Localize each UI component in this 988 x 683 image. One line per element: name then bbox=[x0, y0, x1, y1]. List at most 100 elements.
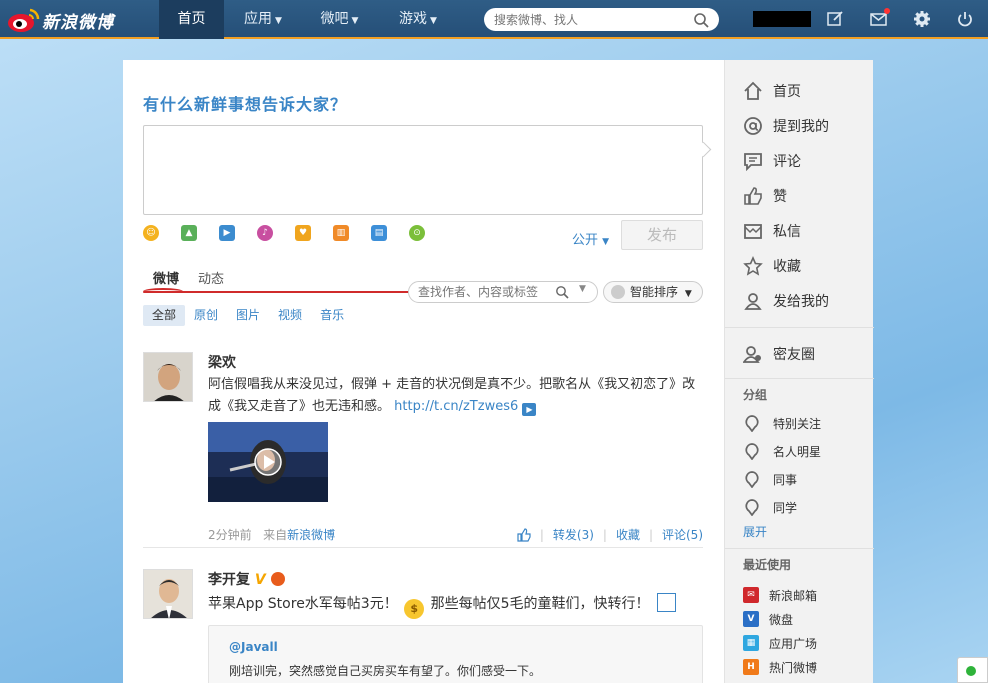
vote-icon[interactable]: ▥ bbox=[333, 225, 349, 241]
filter-images[interactable]: 图片 bbox=[227, 305, 269, 326]
nav-home[interactable]: 首页 bbox=[159, 0, 224, 39]
global-search bbox=[484, 8, 719, 31]
sidebar-item-label: 提到我的 bbox=[773, 119, 829, 135]
image-icon[interactable]: ▲ bbox=[181, 225, 197, 241]
nav-apps-label: 应用 bbox=[244, 11, 273, 27]
group-item-classmates[interactable]: 同学 bbox=[743, 497, 797, 517]
post-author-name: 李开复 bbox=[208, 572, 250, 588]
like-icon[interactable] bbox=[517, 527, 531, 542]
logout-icon[interactable] bbox=[956, 10, 974, 28]
sidebar-item-messages[interactable]: 私信 bbox=[743, 219, 801, 243]
filter-music[interactable]: 音乐 bbox=[311, 305, 353, 326]
repost-link[interactable]: 转发(3) bbox=[553, 526, 594, 543]
post-textarea[interactable] bbox=[143, 125, 703, 215]
sidebar-item-sent-to-me[interactable]: 发给我的 bbox=[743, 289, 829, 313]
gear-icon[interactable] bbox=[913, 10, 931, 28]
search-icon[interactable] bbox=[555, 285, 569, 299]
search-input[interactable] bbox=[484, 8, 679, 31]
star-icon bbox=[743, 256, 763, 276]
separator: | bbox=[539, 527, 544, 542]
group-item-special[interactable]: 特别关注 bbox=[743, 413, 821, 433]
hot-weibo-icon: H bbox=[743, 659, 759, 675]
edit-icon[interactable] bbox=[826, 10, 844, 28]
nav-home-label: 首页 bbox=[177, 11, 206, 27]
sort-label: 智能排序 bbox=[630, 285, 679, 299]
post-body: 苹果App Store水军每帖3元！ bbox=[208, 596, 398, 612]
recent-app-vdisk[interactable]: V 微盘 bbox=[743, 610, 793, 628]
video-link-icon[interactable]: ▶ bbox=[522, 403, 537, 416]
filter-all[interactable]: 全部 bbox=[143, 305, 186, 326]
avatar[interactable] bbox=[143, 352, 193, 402]
nav-apps[interactable]: 应用 ▼ bbox=[224, 0, 302, 39]
filter-videos[interactable]: 视频 bbox=[269, 305, 311, 326]
verified-v-icon: V bbox=[254, 572, 266, 588]
image-attachment-icon[interactable] bbox=[657, 593, 676, 612]
sidebar-item-label: 收藏 bbox=[773, 259, 801, 275]
quoted-post: @Javall 刚培训完，突然感觉自己买房买车有望了。你们感受一下。 bbox=[208, 625, 703, 683]
video-thumbnail-image bbox=[208, 422, 328, 502]
quoted-author[interactable]: @Javall bbox=[229, 640, 278, 654]
feed-search-input[interactable] bbox=[409, 282, 549, 302]
sidebar-item-likes[interactable]: 赞 bbox=[743, 184, 787, 208]
comment-icon bbox=[744, 153, 762, 171]
sidebar-item-home[interactable]: 首页 bbox=[743, 79, 801, 103]
message-icon bbox=[744, 224, 762, 239]
visibility-dropdown[interactable]: 公开 ▼ bbox=[572, 229, 609, 248]
chevron-down-icon: ▼ bbox=[684, 289, 692, 299]
publish-button[interactable]: 发布 bbox=[621, 220, 703, 250]
weibo-logo[interactable]: 新浪微博 bbox=[6, 6, 114, 34]
recent-app-mail[interactable]: ✉ 新浪邮箱 bbox=[743, 586, 817, 604]
nav-games[interactable]: 游戏 ▼ bbox=[377, 0, 459, 39]
sidebar-item-close-friends[interactable]: 密友圈 bbox=[743, 342, 815, 366]
post-meta: 2分钟前 来自新浪微博 bbox=[208, 526, 335, 543]
post-link[interactable]: http://t.cn/zTzwes6 bbox=[394, 399, 518, 414]
favorite-link[interactable]: 收藏 bbox=[616, 526, 640, 543]
search-icon[interactable] bbox=[693, 12, 709, 28]
top-bar: 新浪微博 首页 应用 ▼ 微吧 ▼ 游戏 ▼ bbox=[0, 0, 988, 39]
group-label: 同学 bbox=[773, 500, 798, 515]
groups-expand-link[interactable]: 展开 bbox=[743, 523, 767, 540]
recent-app-label: 新浪邮箱 bbox=[769, 588, 818, 603]
recent-app-hot[interactable]: H 热门微博 bbox=[743, 658, 817, 676]
long-text-icon[interactable]: ▤ bbox=[371, 225, 387, 241]
username-redacted[interactable] bbox=[753, 11, 811, 27]
post-source-prefix: 来自 bbox=[263, 528, 288, 542]
group-item-celebrities[interactable]: 名人明星 bbox=[743, 441, 821, 461]
sidebar-item-favorites[interactable]: 收藏 bbox=[743, 254, 801, 278]
post-video-thumbnail[interactable] bbox=[208, 422, 328, 502]
money-face-emoji-icon: $ bbox=[404, 599, 425, 619]
online-status-widget[interactable] bbox=[957, 657, 988, 683]
comment-link[interactable]: 评论(5) bbox=[662, 526, 703, 543]
recent-app-label: 热门微博 bbox=[769, 660, 818, 675]
chevron-down-icon[interactable]: ▼ bbox=[579, 284, 586, 294]
sidebar-item-comments[interactable]: 评论 bbox=[743, 149, 801, 173]
avatar[interactable] bbox=[143, 569, 193, 619]
emoji-icon[interactable]: ☺ bbox=[143, 225, 159, 241]
recent-app-square[interactable]: ▦ 应用广场 bbox=[743, 634, 817, 652]
group-bubble-icon bbox=[745, 471, 759, 488]
post-author[interactable]: 梁欢 bbox=[208, 352, 236, 372]
mail-notification[interactable] bbox=[870, 8, 890, 28]
nav-weiba[interactable]: 微吧 ▼ bbox=[302, 0, 377, 39]
quoted-text: 刚培训完，突然感觉自己买房买车有望了。你们感受一下。 bbox=[229, 664, 542, 678]
member-badge-icon[interactable] bbox=[270, 572, 285, 586]
filter-original[interactable]: 原创 bbox=[185, 305, 227, 326]
tab-activity[interactable]: 动态 bbox=[198, 268, 224, 287]
topic-icon[interactable]: ♥ bbox=[295, 225, 311, 241]
chevron-down-icon: ▼ bbox=[602, 237, 610, 247]
group-item-colleagues[interactable]: 同事 bbox=[743, 469, 797, 489]
more-icon[interactable]: ⊙ bbox=[409, 225, 425, 241]
tab-weibo[interactable]: 微博 bbox=[153, 268, 179, 287]
avatar-image bbox=[144, 570, 192, 618]
post-author[interactable]: 李开复 V bbox=[208, 569, 285, 589]
person-icon bbox=[744, 293, 762, 310]
right-sidebar: 首页 提到我的 评论 赞 私信 收藏 发给我的 密友圈 分组 特别关注 名人明星 bbox=[724, 60, 874, 683]
music-icon[interactable]: ♪ bbox=[257, 225, 273, 241]
video-icon[interactable]: ▶ bbox=[219, 225, 235, 241]
smart-sort-button[interactable]: 智能排序 ▼ bbox=[603, 281, 703, 303]
sidebar-item-mentions[interactable]: 提到我的 bbox=[743, 114, 829, 138]
like-icon bbox=[744, 187, 762, 205]
group-bubble-icon bbox=[745, 499, 759, 516]
post-source-link[interactable]: 新浪微博 bbox=[287, 528, 335, 542]
post-time[interactable]: 2分钟前 bbox=[208, 528, 252, 542]
